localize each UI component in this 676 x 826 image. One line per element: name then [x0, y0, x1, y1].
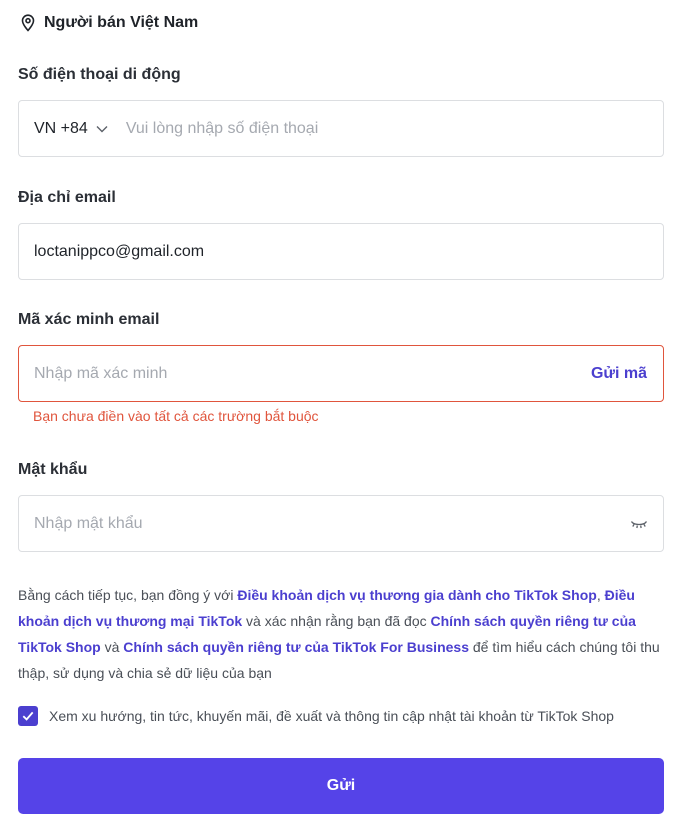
terms-text-part: Bằng cách tiếp tục, bạn đồng ý với	[18, 587, 238, 603]
email-field	[18, 223, 664, 280]
password-label: Mật khẩu	[18, 461, 88, 478]
marketing-consent: Xem xu hướng, tin tức, khuyến mãi, đề xu…	[18, 706, 614, 726]
password-field	[18, 495, 664, 552]
verification-error-message: Bạn chưa điền vào tất cả các trường bắt …	[33, 408, 319, 424]
terms-text: Bằng cách tiếp tục, bạn đồng ý với Điều …	[18, 582, 668, 686]
phone-label: Số điện thoại di động	[18, 66, 181, 83]
password-input[interactable]	[19, 496, 630, 551]
country-code-select[interactable]: VN +84	[19, 101, 108, 156]
seller-region: Người bán Việt Nam	[20, 14, 198, 32]
checkmark-icon	[22, 711, 34, 721]
location-pin-icon	[21, 14, 35, 32]
consent-checkbox[interactable]	[18, 706, 38, 726]
eye-closed-icon[interactable]	[630, 518, 648, 530]
region-label: Người bán Việt Nam	[44, 14, 199, 31]
email-label: Địa chỉ email	[18, 189, 116, 206]
verification-label: Mã xác minh email	[18, 311, 160, 328]
phone-field: VN +84	[18, 100, 664, 157]
submit-button[interactable]: Gửi	[18, 758, 664, 814]
verification-field: Gửi mã	[18, 345, 664, 402]
chevron-down-icon	[96, 125, 108, 132]
send-code-button[interactable]: Gửi mã	[591, 365, 663, 383]
business-privacy-policy-link[interactable]: Chính sách quyền riêng tư của TikTok For…	[123, 639, 469, 655]
verification-code-input[interactable]	[19, 346, 591, 401]
terms-text-part: và	[100, 639, 124, 655]
email-input[interactable]	[19, 224, 663, 279]
terms-text-part: và xác nhận rằng bạn đã đọc	[242, 613, 431, 629]
phone-input[interactable]	[107, 101, 663, 156]
merchant-terms-link[interactable]: Điều khoản dịch vụ thương gia dành cho T…	[237, 587, 596, 603]
country-code-value: VN +84	[34, 119, 88, 137]
consent-label: Xem xu hướng, tin tức, khuyến mãi, đề xu…	[49, 708, 614, 724]
terms-text-part: ,	[596, 587, 605, 603]
